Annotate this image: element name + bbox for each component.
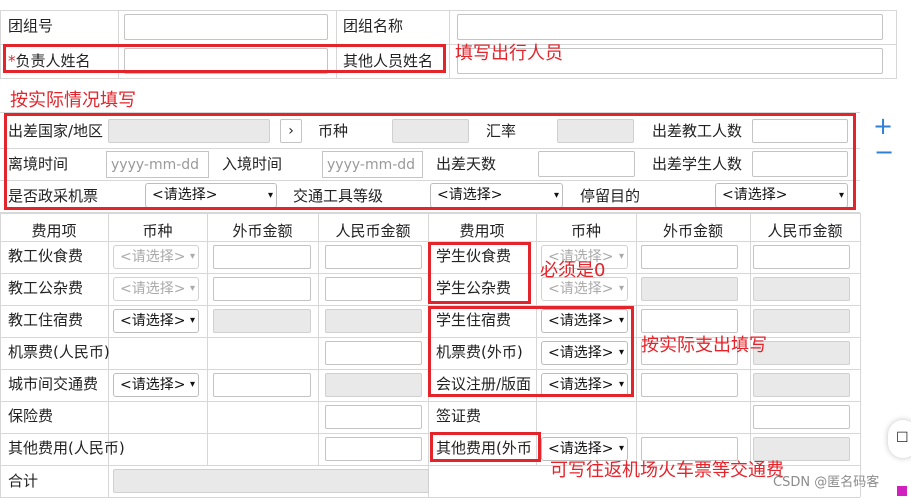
chevron-down-icon: ▾ (189, 315, 195, 326)
cost-item-label: 机票费(人民币) (8, 343, 110, 361)
remove-row-icon[interactable]: − (874, 140, 894, 164)
chevron-down-icon: ▾ (189, 379, 195, 390)
grid-line (449, 10, 450, 78)
left-currency-select[interactable]: <请选择> ▾ (113, 277, 199, 301)
total-input (113, 469, 429, 493)
right-rmb-amount-input[interactable] (753, 341, 850, 365)
annotation-actual-expense: 按实际支出填写 (641, 335, 767, 356)
cost-header: 外币金额 (232, 222, 293, 240)
right-rmb-amount-input[interactable] (753, 437, 850, 461)
right-foreign-amount-input[interactable] (641, 309, 738, 333)
right-foreign-amount-input[interactable] (641, 373, 738, 397)
annotation-round-trip: 可写往返机场火车票等交通费 (550, 460, 784, 481)
left-rmb-amount-input[interactable] (325, 341, 422, 365)
cost-header: 人民币金额 (335, 222, 411, 240)
left-rmb-amount-input[interactable] (325, 309, 422, 333)
book-icon: ☐ (896, 430, 909, 446)
student-lodging-highlight-box (428, 306, 634, 397)
left-rmb-amount-input[interactable] (325, 405, 422, 429)
right-rmb-amount-input[interactable] (753, 309, 850, 333)
group-no-label: 团组号 (8, 17, 54, 35)
right-currency-select[interactable]: <请选择> ▾ (541, 437, 628, 461)
chevron-down-icon: ▾ (618, 283, 624, 294)
annotation-must-zero: 必须是0 (540, 260, 606, 281)
cost-item-label: 签证费 (436, 407, 482, 425)
right-foreign-amount-input[interactable] (641, 437, 738, 461)
left-foreign-amount-input[interactable] (213, 373, 311, 397)
cost-item-label: 教工伙食费 (8, 247, 84, 265)
travelers-highlight-box (3, 44, 446, 73)
left-rmb-amount-input[interactable] (325, 245, 422, 269)
group-name-label: 团组名称 (343, 17, 404, 35)
grid-line (0, 78, 897, 79)
grid-line (0, 213, 860, 214)
right-currency-select-value: <请选择> (548, 441, 614, 457)
annotation-fill-travelers: 填写出行人员 (455, 43, 563, 64)
left-rmb-amount-input[interactable] (325, 373, 422, 397)
cost-header: 币种 (570, 222, 601, 240)
grid-line (108, 465, 109, 497)
chevron-down-icon: ▾ (189, 283, 195, 294)
chevron-down-icon: ▾ (189, 251, 195, 262)
cost-item-label: 保险费 (8, 407, 54, 425)
grid-line (318, 213, 319, 465)
left-currency-select-value: <请选择> (120, 281, 186, 297)
right-rmb-amount-input[interactable] (753, 373, 850, 397)
left-foreign-amount-input[interactable] (213, 277, 311, 301)
cost-header: 外币金额 (662, 222, 723, 240)
cost-header: 人民币金额 (767, 222, 843, 240)
annotation-fill-actual: 按实际情况填写 (10, 90, 136, 111)
left-currency-select[interactable]: <请选择> ▾ (113, 373, 199, 397)
total-label: 合计 (8, 472, 39, 490)
student-meal-highlight-box (428, 242, 531, 304)
right-rmb-amount-input[interactable] (753, 277, 850, 301)
cost-item-label: 教工住宿费 (8, 311, 84, 329)
right-foreign-amount-input[interactable] (641, 277, 738, 301)
left-currency-select[interactable]: <请选择> ▾ (113, 245, 199, 269)
right-currency-select-value: <请选择> (548, 281, 614, 297)
grid-line (207, 213, 208, 465)
grid-line (0, 213, 1, 497)
right-foreign-amount-input[interactable] (641, 245, 738, 269)
left-foreign-amount-input[interactable] (213, 309, 311, 333)
left-currency-select-value: <请选择> (120, 377, 186, 393)
grid-line (0, 10, 1, 78)
grid-line (860, 213, 861, 497)
cost-item-label: 教工公杂费 (8, 279, 84, 297)
corner-icon (897, 486, 907, 496)
grid-line (636, 213, 637, 465)
group-no-input[interactable] (124, 14, 328, 40)
left-rmb-amount-input[interactable] (325, 277, 422, 301)
watermark-text: CSDN @匿名码客 (773, 475, 880, 490)
trip-info-highlight-box (4, 113, 856, 210)
grid-line (108, 213, 109, 465)
group-name-input[interactable] (457, 14, 883, 40)
other-foreign-highlight-box (430, 432, 541, 462)
left-currency-select[interactable]: <请选择> ▾ (113, 309, 199, 333)
right-rmb-amount-input[interactable] (753, 245, 850, 269)
cost-header: 费用项 (31, 222, 77, 240)
grid-line (896, 10, 897, 78)
chevron-down-icon: ▾ (618, 443, 624, 454)
cost-header: 费用项 (459, 222, 505, 240)
cost-item-label: 城市间交通费 (8, 375, 99, 393)
right-rmb-amount-input[interactable] (753, 405, 850, 429)
left-foreign-amount-input[interactable] (213, 245, 311, 269)
left-currency-select-value: <请选择> (120, 249, 186, 265)
cost-item-label: 其他费用(人民币) (8, 439, 125, 457)
side-float-button[interactable]: ☐ (888, 420, 911, 458)
add-row-icon[interactable]: + (873, 114, 893, 138)
grid-line (0, 401, 860, 402)
left-currency-select-value: <请选择> (120, 313, 186, 329)
cost-header: 币种 (142, 222, 173, 240)
left-rmb-amount-input[interactable] (325, 437, 422, 461)
chevron-down-icon: ▾ (618, 251, 624, 262)
